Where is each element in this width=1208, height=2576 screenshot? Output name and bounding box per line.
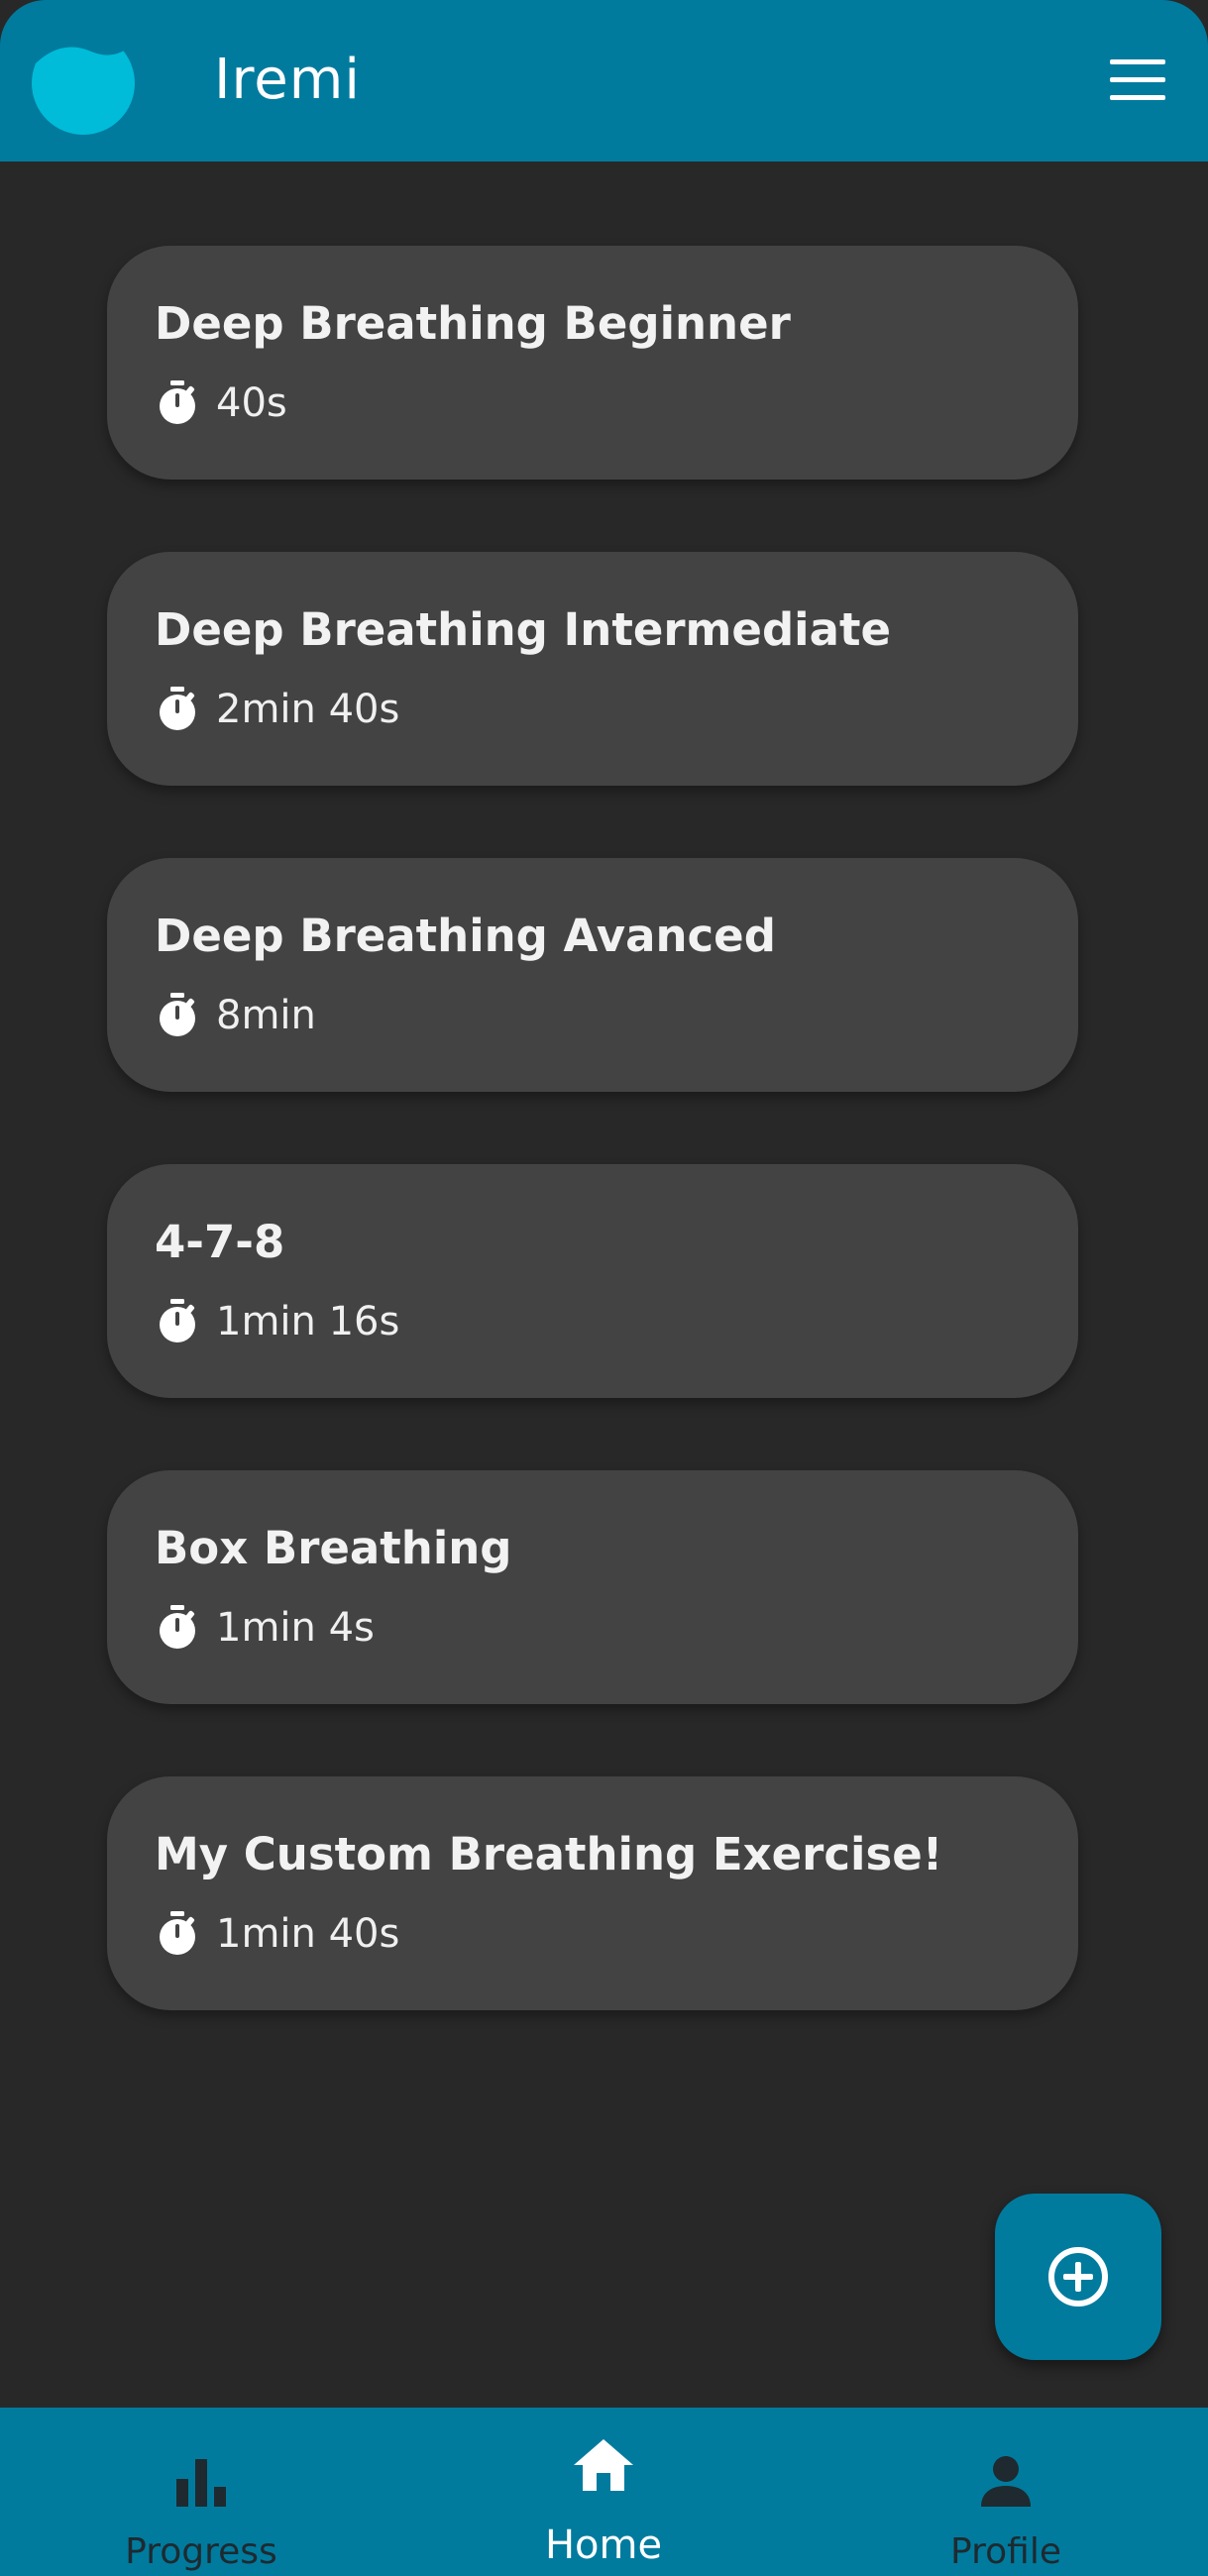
exercise-duration: 1min 40s xyxy=(216,1911,400,1957)
add-circle-icon xyxy=(1048,2247,1108,2307)
timer-icon xyxy=(160,380,195,424)
nav-item-progress[interactable]: Progress xyxy=(0,2408,402,2576)
timer-icon xyxy=(160,993,195,1036)
bottom-navigation: Progress Home Profile xyxy=(0,2408,1208,2576)
exercise-title: My Custom Breathing Exercise! xyxy=(155,1828,943,1880)
timer-icon xyxy=(160,687,195,730)
exercise-card[interactable]: Deep Breathing Intermediate 2min 40s xyxy=(107,552,1078,786)
exercise-duration: 1min 16s xyxy=(216,1299,400,1344)
exercise-duration-row: 40s xyxy=(157,378,287,428)
exercise-title: Deep Breathing Intermediate xyxy=(155,603,891,656)
exercise-title: Box Breathing xyxy=(155,1522,512,1574)
hamburger-menu-icon[interactable] xyxy=(1110,59,1165,101)
exercise-card[interactable]: Deep Breathing Avanced 8min xyxy=(107,858,1078,1092)
add-exercise-button[interactable] xyxy=(995,2194,1161,2360)
exercise-title: Deep Breathing Avanced xyxy=(155,910,776,962)
timer-icon xyxy=(160,1605,195,1649)
exercise-duration: 2min 40s xyxy=(216,687,400,732)
exercise-duration: 40s xyxy=(216,380,287,426)
exercise-card[interactable]: Box Breathing 1min 4s xyxy=(107,1470,1078,1704)
app-bar: Iremi xyxy=(0,0,1208,161)
timer-icon xyxy=(160,1911,195,1955)
home-icon xyxy=(574,2439,633,2491)
person-icon xyxy=(981,2456,1031,2507)
exercise-duration: 8min xyxy=(216,993,316,1038)
nav-label-home: Home xyxy=(544,2522,663,2568)
exercise-duration-row: 1min 4s xyxy=(157,1603,375,1653)
nav-item-profile[interactable]: Profile xyxy=(805,2408,1207,2576)
nav-label-profile: Profile xyxy=(950,2531,1061,2572)
exercise-card[interactable]: My Custom Breathing Exercise! 1min 40s xyxy=(107,1776,1078,2010)
exercise-duration-row: 8min xyxy=(157,991,316,1040)
exercise-title: 4-7-8 xyxy=(155,1216,285,1268)
exercise-duration-row: 2min 40s xyxy=(157,685,399,734)
bar-chart-icon xyxy=(176,2459,226,2507)
exercise-duration: 1min 4s xyxy=(216,1605,375,1651)
exercise-card[interactable]: Deep Breathing Beginner 40s xyxy=(107,246,1078,480)
app-title: Iremi xyxy=(214,48,361,112)
nav-item-home[interactable]: Home xyxy=(402,2408,805,2576)
water-drop-logo-icon xyxy=(30,28,137,135)
exercise-title: Deep Breathing Beginner xyxy=(155,297,791,350)
exercise-duration-row: 1min 16s xyxy=(157,1297,399,1346)
nav-label-progress: Progress xyxy=(125,2531,277,2572)
exercise-duration-row: 1min 40s xyxy=(157,1909,399,1959)
exercise-card[interactable]: 4-7-8 1min 16s xyxy=(107,1164,1078,1398)
timer-icon xyxy=(160,1299,195,1342)
